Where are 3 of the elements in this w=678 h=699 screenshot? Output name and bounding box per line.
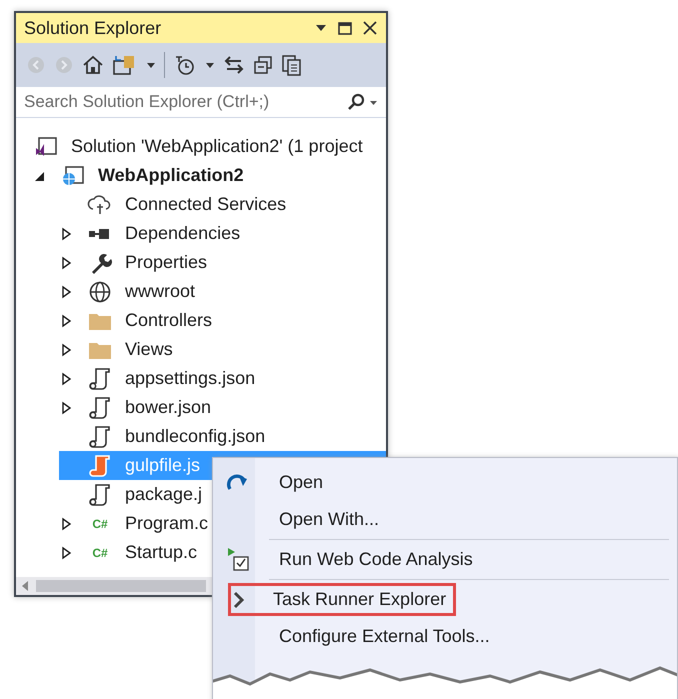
csharp-file-icon: C# bbox=[92, 546, 108, 560]
csharp-file-icon: C# bbox=[92, 516, 108, 530]
panel-title: Solution Explorer bbox=[24, 18, 162, 38]
